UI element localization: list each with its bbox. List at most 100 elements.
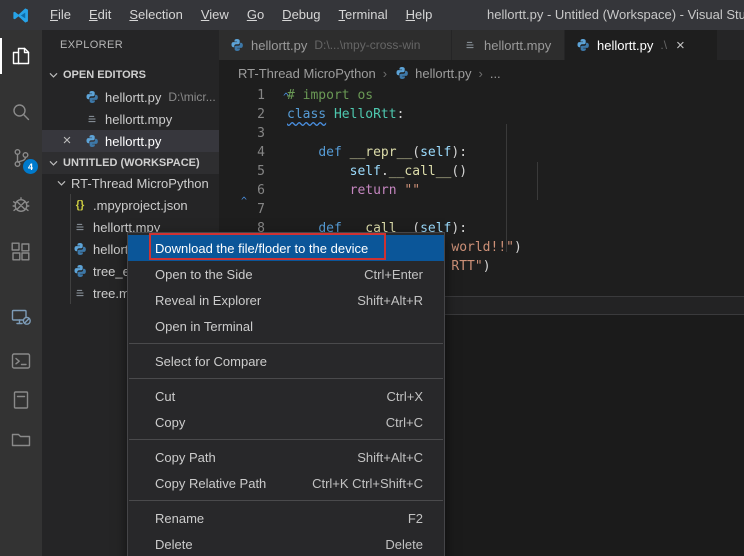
activity-terminal-icon[interactable] [9, 349, 33, 373]
mpy-file-icon [72, 286, 88, 300]
tab-description: D:\...\mpy-cross-win [314, 38, 420, 52]
window-title: hellortt.py - Untitled (Workspace) - Vis… [487, 0, 744, 30]
tree-item-.mpyproject.json[interactable]: {}.mpyproject.json [42, 194, 219, 216]
context-menu-shortcut: Ctrl+Enter [364, 267, 423, 282]
code-line-2: 2class HelloRtt: [219, 105, 744, 124]
menu-separator [128, 496, 444, 505]
menu-edit[interactable]: Edit [80, 0, 120, 30]
error-caret-mark: ^ [283, 92, 289, 103]
menu-debug[interactable]: Debug [273, 0, 329, 30]
context-menu-item-delete[interactable]: DeleteDelete [128, 531, 444, 556]
context-menu-item-open-in-terminal[interactable]: Open in Terminal [128, 313, 444, 339]
context-menu-item-copy[interactable]: CopyCtrl+C [128, 409, 444, 435]
close-icon[interactable]: × [676, 37, 685, 54]
menu-terminal[interactable]: Terminal [329, 0, 396, 30]
tree-item-label: tree_e [93, 264, 130, 279]
activity-source-control-icon[interactable]: 4 [9, 146, 33, 170]
context-menu-label: Reveal in Explorer [155, 293, 261, 308]
python-file-icon [394, 66, 410, 80]
line-number: 4 [219, 143, 265, 162]
context-menu-item-open-to-the-side[interactable]: Open to the SideCtrl+Enter [128, 261, 444, 287]
open-editor-description: D:\micr... [168, 90, 215, 104]
activity-files-icon[interactable] [9, 44, 33, 68]
breadcrumb-item-0[interactable]: RT-Thread MicroPython [238, 66, 376, 81]
activity-bar: 4 [0, 30, 42, 556]
menu-view[interactable]: View [192, 0, 238, 30]
breadcrumb-label: hellortt.py [415, 66, 471, 81]
menu-separator [128, 435, 444, 444]
python-file-icon [84, 134, 100, 148]
menu-bar: FileEditSelectionViewGoDebugTerminalHelp [41, 0, 441, 30]
open-editor-label: hellortt.py [105, 134, 161, 149]
context-menu-label: Download the file/floder to the device [155, 241, 368, 256]
context-menu-item-download-the-file-floder-to-the-device[interactable]: Download the file/floder to the device [128, 235, 444, 261]
context-menu-item-select-for-compare[interactable]: Select for Compare [128, 348, 444, 374]
open-editor-hellortt.mpy[interactable]: hellortt.mpy [42, 108, 219, 130]
breadcrumb-item-2[interactable]: ... [490, 66, 501, 81]
code-line-4: 4 def __repr__(self): [219, 143, 744, 162]
chevron-right-icon: › [478, 66, 482, 81]
vscode-logo-icon [11, 6, 30, 25]
menu-go[interactable]: Go [238, 0, 273, 30]
context-menu: Download the file/floder to the device Op… [127, 232, 445, 556]
title-bar: FileEditSelectionViewGoDebugTerminalHelp… [0, 0, 744, 30]
context-menu-item-copy-path[interactable]: Copy PathShift+Alt+C [128, 444, 444, 470]
breadcrumb-label: ... [490, 66, 501, 81]
mpy-file-icon [462, 38, 478, 52]
context-menu-item-reveal-in-explorer[interactable]: Reveal in Explorer Shift+Alt+R [128, 287, 444, 313]
tree-item-label: tree.m [93, 286, 130, 301]
context-menu-label: Rename [155, 511, 204, 526]
tab-hellortt.py[interactable]: hellortt.py D:\...\mpy-cross-win [219, 30, 452, 60]
tab-hellortt.mpy[interactable]: hellortt.mpy [452, 30, 565, 60]
scm-badge: 4 [23, 159, 38, 174]
context-menu-item-rename[interactable]: RenameF2 [128, 505, 444, 531]
tab-hellortt.py[interactable]: hellortt.py.\× [565, 30, 718, 60]
mpy-file-icon [72, 220, 88, 234]
line-number: 2 [219, 105, 265, 124]
code-text: return "" [287, 181, 420, 200]
open-editor-label: hellortt.mpy [105, 112, 172, 127]
menu-selection[interactable]: Selection [120, 0, 191, 30]
context-menu-shortcut: Ctrl+X [387, 389, 423, 404]
sidebar-title: EXPLORER [60, 39, 123, 51]
menu-file[interactable]: File [41, 0, 80, 30]
code-line-5: 5 self.__call__() [219, 162, 744, 181]
context-menu-item-copy-relative-path[interactable]: Copy Relative PathCtrl+K Ctrl+Shift+C [128, 470, 444, 496]
menu-help[interactable]: Help [397, 0, 442, 30]
code-line-7: 7 [219, 200, 744, 219]
line-number: 1 [219, 86, 265, 105]
workspace-header[interactable]: UNTITLED (WORKSPACE) [42, 152, 219, 174]
code-text: self.__call__() [287, 162, 467, 181]
open-editors-header[interactable]: OPEN EDITORS [42, 64, 219, 86]
open-editor-label: hellortt.py [105, 90, 161, 105]
activity-output-document-icon[interactable] [9, 388, 33, 412]
context-menu-shortcut: Shift+Alt+R [357, 293, 423, 308]
activity-search-icon[interactable] [9, 100, 33, 124]
activity-remote-device-icon[interactable] [9, 305, 33, 329]
breadcrumb-item-1[interactable]: hellortt.py [394, 66, 471, 81]
context-menu-label: Cut [155, 389, 175, 404]
tab-label: hellortt.mpy [484, 38, 551, 53]
context-menu-item-cut[interactable]: Cut Ctrl+X [128, 383, 444, 409]
python-file-icon [229, 38, 245, 52]
chevron-down-icon [48, 157, 60, 169]
menu-separator [128, 374, 444, 383]
activity-folder-icon[interactable] [9, 427, 33, 451]
tab-label: hellortt.py [251, 38, 307, 53]
context-menu-shortcut: Ctrl+K Ctrl+Shift+C [312, 476, 423, 491]
context-menu-shortcut: Ctrl+C [386, 415, 423, 430]
open-editor-hellortt.py[interactable]: hellortt.py D:\micr... [42, 86, 219, 108]
open-editor-hellortt.py[interactable]: × hellortt.py [42, 130, 219, 152]
code-text: def __repr__(self): [287, 143, 467, 162]
folder-row-rt-thread-micropython[interactable]: RT-Thread MicroPython [42, 172, 219, 194]
context-menu-shortcut: Delete [385, 537, 423, 552]
context-menu-shortcut: Shift+Alt+C [357, 450, 423, 465]
error-caret-mark: ^ [241, 196, 247, 207]
json-file-icon: {} [72, 199, 88, 211]
close-icon[interactable]: × [59, 133, 75, 149]
tab-bar: hellortt.pyD:\...\mpy-cross-winhellortt.… [219, 30, 744, 60]
chevron-down-icon [56, 177, 68, 189]
activity-extensions-icon[interactable] [9, 240, 33, 264]
tab-description: .\ [660, 38, 667, 52]
activity-debug-icon[interactable] [9, 192, 33, 216]
